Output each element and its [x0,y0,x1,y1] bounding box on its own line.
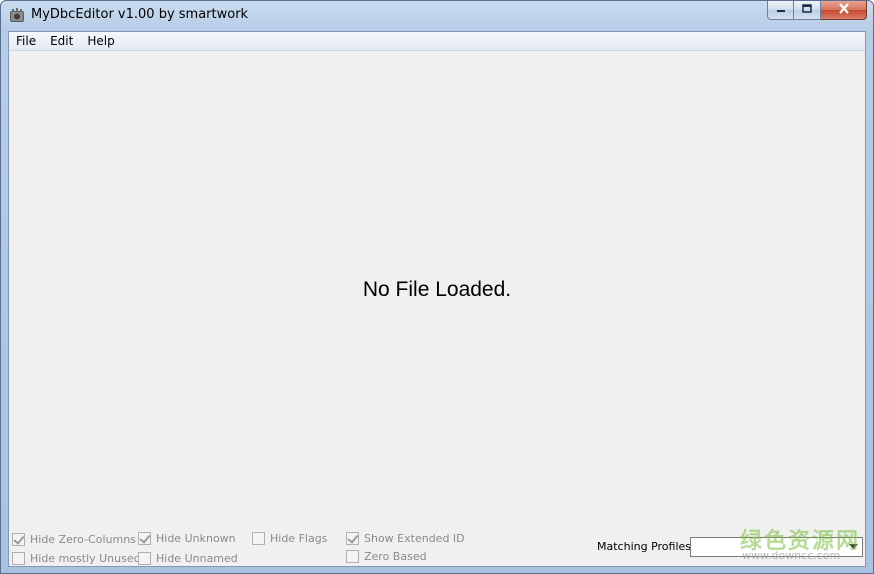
watermark-url: www.downcc.com [742,549,841,562]
checkbox-box [346,532,359,545]
watermark: 绿色资源网 www.downcc.com [730,521,870,569]
menu-file[interactable]: File [9,32,43,51]
hide-zero-columns-checkbox[interactable]: Hide Zero-Columns [12,533,136,546]
checkbox-label: Hide Flags [270,532,328,545]
checkbox-box [138,552,151,565]
zero-based-checkbox[interactable]: Zero Based [346,550,427,563]
checkbox-label: Hide Unnamed [156,552,238,565]
checkbox-label: Zero Based [364,550,427,563]
title-bar[interactable]: MyDbcEditor v1.00 by smartwork [1,1,873,31]
checkbox-box [12,533,25,546]
hide-unnamed-checkbox[interactable]: Hide Unnamed [138,552,238,565]
maximize-button[interactable] [794,1,821,20]
client-area: File Edit Help No File Loaded. Hide Zero… [8,31,866,567]
no-file-message: No File Loaded. [362,278,512,301]
show-extended-id-checkbox[interactable]: Show Extended ID [346,532,465,545]
checkbox-box [138,532,151,545]
checkbox-box [12,552,25,565]
checkbox-label: Hide mostly Unused [30,552,141,565]
checkbox-label: Show Extended ID [364,532,465,545]
window-title: MyDbcEditor v1.00 by smartwork [31,7,249,22]
checkbox-label: Hide Zero-Columns [30,533,136,546]
caption-buttons [767,1,867,21]
app-gear-icon[interactable] [9,8,25,23]
maximize-icon [802,3,812,17]
app-window: MyDbcEditor v1.00 by smartwork File Edit… [0,0,874,574]
checkbox-label: Hide Unknown [156,532,236,545]
minimize-button[interactable] [767,1,794,20]
close-button[interactable] [821,1,867,20]
hide-mostly-unused-checkbox[interactable]: Hide mostly Unused [12,552,141,565]
checkbox-box [252,532,265,545]
menu-edit[interactable]: Edit [43,32,80,51]
matching-profiles-label: Matching Profiles: [597,540,695,553]
menu-bar: File Edit Help [9,32,865,51]
minimize-icon [776,3,786,17]
menu-help[interactable]: Help [80,32,121,51]
hide-unknown-checkbox[interactable]: Hide Unknown [138,532,236,545]
close-icon [838,3,850,17]
hide-flags-checkbox[interactable]: Hide Flags [252,532,327,545]
checkbox-box [346,550,359,563]
